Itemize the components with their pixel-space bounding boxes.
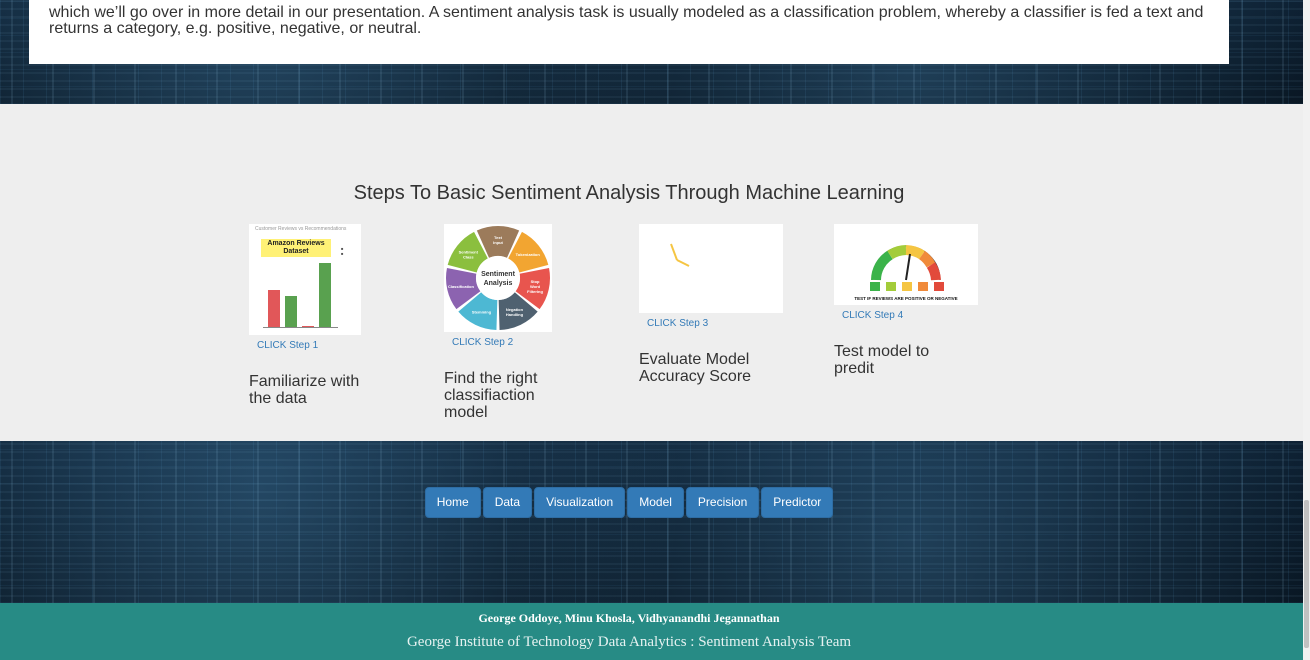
step-2-description: Find the right classifiaction model [444, 370, 538, 421]
nav-visualization-button[interactable]: Visualization [534, 487, 626, 518]
cycle-segment-label: Classification [448, 284, 475, 289]
sentiment-gauge-icon [870, 245, 944, 291]
step-3-image-line2: evaluate [677, 280, 755, 305]
sentiment-cycle-diagram: TextInputTokenizationStopWordFilteringNe… [446, 226, 550, 330]
step-1-bar [285, 296, 297, 327]
step-2-link[interactable]: CLICK Step 2 [444, 336, 614, 350]
step-1-image[interactable]: Customer Reviews vs Recommendations Amaz… [249, 224, 361, 335]
cycle-center-label-1: Sentiment [481, 271, 516, 278]
cycle-segment-label: Stemming [472, 310, 492, 315]
step-2-image[interactable]: Text Input Tokenization Stop Word Filtering Ne… [444, 224, 552, 332]
step-1-image-legend: ■ ■ [341, 246, 344, 256]
cycle-segment-label: Tokenization [516, 252, 541, 257]
step-4-image[interactable]: TEST IF REVIEWS ARE POSITIVE OR NEGATIVE [834, 224, 978, 305]
cycle-center-label-2: Analysis [484, 280, 513, 287]
nav-precision-button[interactable]: Precision [685, 487, 760, 518]
step-1-link[interactable]: CLICK Step 1 [249, 339, 419, 353]
cycle-segment-label: Handling [506, 312, 524, 317]
cycle-center [476, 256, 520, 300]
intro-card: which we’ll go over in more detail in ou… [29, 0, 1229, 64]
steps-section: Steps To Basic Sentiment Analysis Throug… [0, 104, 1303, 441]
step-4: TEST IF REVIEWS ARE POSITIVE OR NEGATIVE… [834, 224, 1004, 377]
step-1-description: Familiarize with the data [249, 373, 360, 407]
step-3-description: Evaluate Model Accuracy Score [639, 351, 752, 385]
step-3-image[interactable]: Time to evaluate [639, 224, 783, 313]
cycle-segment-label: Filtering [527, 289, 543, 294]
footer-team: George Institute of Technology Data Anal… [406, 634, 852, 650]
step-4-image-caption: TEST IF REVIEWS ARE POSITIVE OR NEGATIVE [854, 296, 958, 301]
step-4-description: Test model to predit [834, 343, 930, 377]
step-1-bar [319, 263, 331, 327]
step-3: Time to evaluate CLICK Step 3 Evaluate M… [639, 224, 809, 385]
step-3-image-line1: Time to [707, 252, 766, 273]
nav-data-button[interactable]: Data [482, 487, 533, 518]
step-1-axis [263, 327, 338, 328]
steps-title: Steps To Basic Sentiment Analysis Throug… [353, 182, 905, 204]
nav-home-button[interactable]: Home [424, 487, 481, 518]
cycle-segment-label: Class [463, 254, 474, 259]
nav-predictor-button[interactable]: Predictor [761, 487, 834, 518]
main-nav: Home Data Visualization Model Precision … [0, 487, 1258, 518]
footer-authors: George Oddoye, Minu Khosla, Vidhyanandhi… [478, 611, 780, 625]
step-1-image-banner: Amazon Reviews Dataset [261, 239, 331, 257]
step-1-bar [268, 290, 280, 327]
step-2: Text Input Tokenization Stop Word Filtering Ne… [444, 224, 614, 421]
scrollbar-thumb[interactable] [1304, 500, 1309, 648]
step-3-link[interactable]: CLICK Step 3 [639, 317, 809, 331]
page-scrollbar[interactable] [1303, 0, 1310, 660]
intro-text: which we’ll go over in more detail in ou… [49, 4, 1204, 37]
step-4-link[interactable]: CLICK Step 4 [834, 309, 1004, 323]
footer: George Oddoye, Minu Khosla, Vidhyanandhi… [0, 603, 1303, 660]
nav-model-button[interactable]: Model [627, 487, 684, 518]
cycle-segment-label: Input [493, 240, 503, 245]
step-1-image-title: Customer Reviews vs Recommendations [255, 226, 347, 232]
step-1: Customer Reviews vs Recommendations Amaz… [249, 224, 419, 407]
nav-background [0, 441, 1303, 603]
